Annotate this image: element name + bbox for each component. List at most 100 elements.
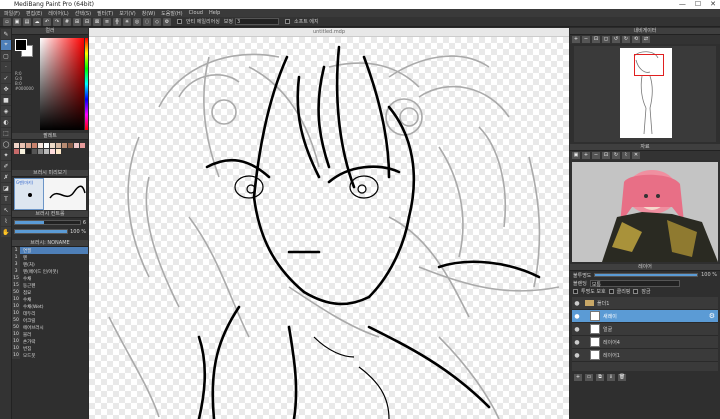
duplicate-layer-icon[interactable]: ⧉ (596, 373, 604, 381)
eyedropper-tool-icon[interactable]: ⌇ (1, 216, 11, 226)
brush-list-item[interactable]: 3 펜(처) (12, 261, 88, 268)
menu-item[interactable]: Help (209, 10, 220, 16)
softedge-checkbox[interactable] (285, 19, 290, 24)
palette-swatch[interactable] (44, 143, 49, 148)
palette-swatch[interactable] (26, 143, 31, 148)
visibility-eye-icon[interactable]: ● (572, 300, 582, 307)
palette-swatch[interactable] (44, 149, 49, 154)
visibility-eye-icon[interactable]: ● (572, 326, 582, 333)
palette-swatch[interactable] (14, 149, 19, 154)
select-rect-tool-icon[interactable]: ⬚ (1, 128, 11, 138)
brush-list-item[interactable]: 50 아크릴 (12, 317, 88, 324)
snap-3d-icon[interactable]: ◇ (153, 17, 161, 26)
open-file-icon[interactable]: ▣ (13, 17, 21, 26)
zoom-fit-icon[interactable]: ⊡ (592, 36, 600, 43)
primary-color-swatch[interactable] (15, 39, 27, 51)
check-tool-icon[interactable]: ✓ (1, 73, 11, 83)
select-tool-icon[interactable]: ⌖ (1, 40, 11, 50)
ref-close-icon[interactable]: ✕ (632, 152, 640, 159)
menu-item[interactable]: 편집(E) (26, 10, 42, 17)
palette-swatch[interactable] (38, 149, 43, 154)
palette-swatch[interactable] (32, 143, 37, 148)
close-button[interactable]: ✕ (710, 0, 716, 8)
menu-item[interactable]: 도움말(H) (161, 10, 182, 17)
layer-row[interactable]: ● 얼굴 (572, 323, 718, 336)
select-pen-tool-icon[interactable]: ✐ (1, 161, 11, 171)
canvas-area[interactable]: untitled.mdp (89, 28, 569, 419)
menu-item[interactable]: 보기(V) (119, 10, 136, 17)
ref-zoom-in-icon[interactable]: + (582, 152, 590, 159)
correction-select[interactable]: 3 (235, 18, 279, 25)
rotate-left-icon[interactable]: ↺ (612, 36, 620, 43)
palette-swatch[interactable] (38, 143, 43, 148)
antialias-checkbox[interactable] (177, 19, 182, 24)
layer-row[interactable]: ● 폴더1 (572, 297, 718, 310)
layer-row[interactable]: ● 레이어4 (572, 336, 718, 349)
palette-swatch[interactable] (20, 143, 25, 148)
cloud-icon[interactable]: ☁ (33, 17, 41, 26)
symmetry-icon[interactable]: ⊟ (83, 17, 91, 26)
brush-list-item[interactable]: 10 모드붓 (12, 352, 88, 359)
layer-blend-select[interactable]: 보통 (589, 279, 680, 288)
merge-layer-icon[interactable]: ⇓ (607, 373, 615, 381)
fill-rect-tool-icon[interactable]: ■ (1, 95, 11, 105)
palette-swatch[interactable] (68, 143, 73, 148)
menu-item[interactable]: Cloud (189, 10, 203, 16)
brush-size-slider[interactable] (14, 220, 81, 225)
dot-tool-icon[interactable]: · (1, 62, 11, 72)
menu-item[interactable]: 필터(T) (97, 10, 113, 17)
ref-fit-icon[interactable]: ⊡ (602, 152, 610, 159)
eraser-tool-icon[interactable]: ▢ (1, 51, 11, 61)
zoom-actual-icon[interactable]: ◻ (602, 36, 610, 43)
brush-list-item[interactable]: 10 수채(Wet) (12, 303, 88, 310)
brush-list-item[interactable]: 50 점묘 (12, 289, 88, 296)
palette-swatch[interactable] (56, 149, 61, 154)
maximize-button[interactable]: ☐ (695, 0, 701, 8)
visibility-eye-icon[interactable]: ● (572, 313, 582, 320)
lasso-tool-icon[interactable]: ◯ (1, 139, 11, 149)
menu-item[interactable]: 파일(F) (4, 10, 20, 17)
rotate-right-icon[interactable]: ↻ (622, 36, 630, 43)
snap-off-icon[interactable]: ⊠ (93, 17, 101, 26)
brush-preview-selected[interactable]: G펜(마키) (14, 178, 44, 210)
zoom-out-icon[interactable]: − (582, 36, 590, 43)
snap-circle-icon[interactable]: ◎ (133, 17, 141, 26)
new-file-icon[interactable]: ▫ (3, 17, 11, 26)
saturation-value-field[interactable] (40, 38, 84, 130)
palette-swatch[interactable] (50, 149, 55, 154)
brush-opacity-slider[interactable] (14, 229, 69, 234)
brush-list-item[interactable]: 10 번짐 (12, 345, 88, 352)
layer-row[interactable]: ● 새레이 ⚙ (572, 310, 718, 323)
layer-opacity-slider[interactable] (594, 273, 699, 277)
minimize-button[interactable]: — (679, 0, 686, 8)
navigator-preview[interactable] (574, 46, 716, 142)
flip-icon[interactable]: ⇄ (642, 36, 650, 43)
brush-list-item[interactable]: 15 둥근펜 (12, 282, 88, 289)
palette-swatch[interactable] (50, 143, 55, 148)
snap-settings-icon[interactable]: ⚙ (163, 17, 171, 26)
brush-list-item[interactable]: 1 연필 (12, 247, 88, 254)
text-tool-icon[interactable]: T (1, 194, 11, 204)
clipping-checkbox[interactable] (608, 288, 614, 294)
snap-radial-icon[interactable]: ✳ (123, 17, 131, 26)
ruler-icon[interactable]: ⊞ (73, 17, 81, 26)
palette-swatch[interactable] (80, 143, 85, 148)
brush-list-item[interactable]: 3 펜(페이드 인/아웃) (12, 268, 88, 275)
select-eraser-tool-icon[interactable]: ✗ (1, 172, 11, 182)
snap-cross-icon[interactable]: ╬ (113, 17, 121, 26)
brush-list-item[interactable]: 15 수채 (12, 275, 88, 282)
visibility-eye-icon[interactable]: ● (572, 352, 582, 359)
canvas-tab[interactable]: untitled.mdp (89, 28, 569, 37)
ref-zoom-out-icon[interactable]: − (592, 152, 600, 159)
divide-tool-icon[interactable]: ◪ (1, 183, 11, 193)
menu-item[interactable]: 레이어(L) (48, 10, 69, 17)
grid-icon[interactable]: # (63, 17, 71, 26)
palette-swatch[interactable] (14, 143, 19, 148)
palette-swatch[interactable] (26, 149, 31, 154)
layer-settings-icon[interactable]: ⚙ (709, 312, 715, 320)
palette-swatch[interactable] (20, 149, 25, 154)
gradient-tool-icon[interactable]: ◐ (1, 117, 11, 127)
add-layer-icon[interactable]: + (574, 373, 582, 381)
brush-list-item[interactable]: 10 손가락 (12, 338, 88, 345)
menu-item[interactable]: 선택(S) (75, 10, 91, 17)
